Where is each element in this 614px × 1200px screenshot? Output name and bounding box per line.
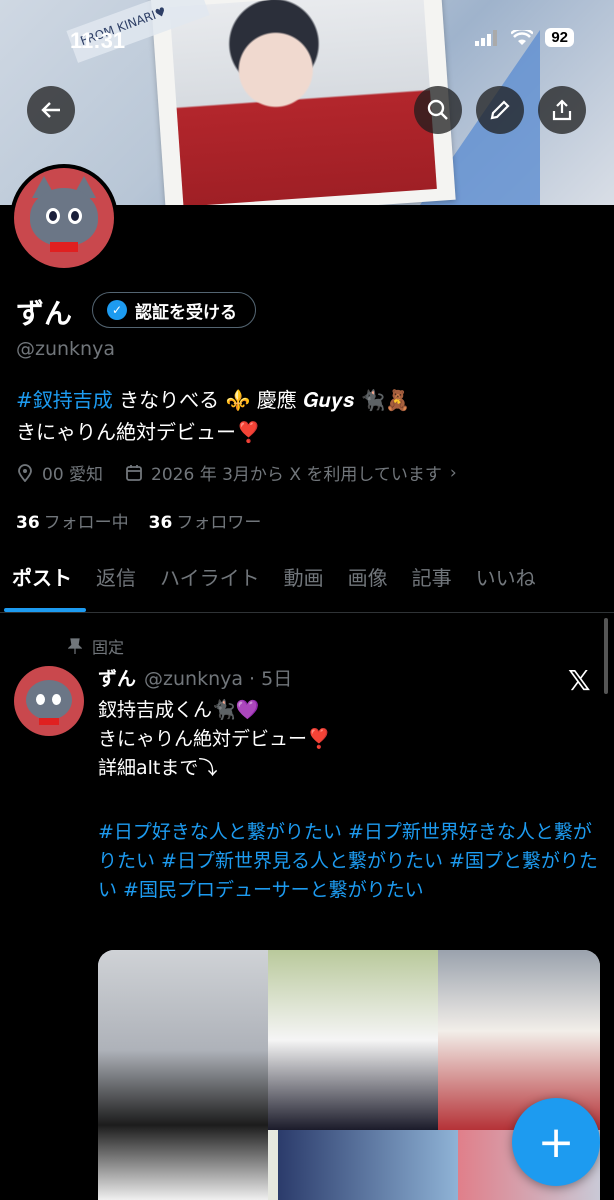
profile-handle: @zunknya — [16, 338, 115, 360]
post-handle-time: @zunknya · 5日 — [144, 668, 293, 690]
verified-badge-icon: ✓ — [107, 300, 127, 320]
following-count: 36 — [16, 513, 40, 533]
compose-post-button[interactable]: + — [512, 1098, 600, 1186]
post-header: ずん @zunknya · 5日 — [98, 664, 292, 691]
back-button[interactable] — [27, 86, 75, 134]
pencil-icon — [490, 100, 510, 120]
pinned-label: 固定 — [92, 638, 125, 657]
location-icon — [18, 463, 32, 482]
profile-avatar[interactable] — [10, 164, 118, 272]
arrow-left-icon — [41, 102, 60, 118]
calendar-icon — [126, 464, 142, 481]
followers-count: 36 — [148, 513, 173, 533]
bio-hashtag-link[interactable]: #釵持吉成 — [16, 388, 113, 412]
post-author-avatar[interactable] — [14, 666, 84, 736]
pinned-indicator: 固定 — [68, 634, 124, 658]
post-line: きにゃりん絶対デビュー❣️ — [98, 728, 331, 750]
follow-stats: 36 フォロー中 36 フォロワー — [16, 508, 261, 533]
pin-icon — [68, 638, 82, 654]
x-logo-icon: 𝕏 — [568, 664, 591, 697]
profile-tabs: ポスト 返信 ハイライト 動画 画像 記事 いいね — [0, 562, 614, 613]
chevron-right-icon: › — [449, 462, 457, 483]
tab-images[interactable]: 画像 — [336, 562, 400, 612]
wifi-icon — [511, 29, 534, 45]
post-hashtags[interactable]: #日プ好きな人と繋がりたい #日プ新世界好きな人と繋がりたい #日プ新世界見る人… — [98, 818, 598, 905]
search-icon — [427, 99, 448, 120]
share-button[interactable] — [538, 86, 586, 134]
profile-meta: 00 愛知 2026 年 3月から X を利用しています › — [16, 460, 457, 485]
tab-videos[interactable]: 動画 — [272, 562, 336, 612]
location-text: 00 愛知 — [42, 465, 104, 485]
edit-button[interactable] — [476, 86, 524, 134]
profile-name: ずん — [16, 297, 73, 330]
banner-polaroid-photo — [150, 0, 456, 205]
post-text: 釵持吉成くん🐈‍⬛💜 きにゃりん絶対デビュー❣️ 詳細altまで⤵︎ — [98, 696, 598, 783]
joined-date-link[interactable]: 2026 年 3月から X を利用しています — [151, 460, 442, 485]
plus-icon: + — [537, 1116, 575, 1168]
tab-highlights[interactable]: ハイライト — [148, 562, 272, 612]
tab-posts[interactable]: ポスト — [0, 562, 86, 612]
tab-replies[interactable]: 返信 — [84, 562, 148, 612]
battery-indicator: 92 — [545, 28, 574, 47]
bio-text-line2: きにゃりん絶対デビュー❣️ — [16, 420, 261, 444]
profile-bio: #釵持吉成 きなりべる ⚜️ 慶應 𝑮𝒖𝒚𝒔 🐈‍⬛🧸 きにゃりん絶対デビュー❣… — [16, 384, 596, 448]
following-link[interactable]: 36 フォロー中 — [16, 508, 129, 533]
verify-label: 認証を受ける — [135, 302, 237, 323]
tab-likes[interactable]: いいね — [464, 562, 548, 612]
share-icon — [552, 99, 572, 121]
get-verified-button[interactable]: ✓ 認証を受ける — [92, 292, 256, 328]
scrollbar[interactable] — [604, 618, 608, 694]
signal-icon — [475, 29, 498, 46]
tab-articles[interactable]: 記事 — [400, 562, 464, 612]
post-line: 詳細altまで⤵︎ — [98, 757, 218, 779]
post-line: 釵持吉成くん🐈‍⬛💜 — [98, 699, 260, 721]
bio-text: きなりべる ⚜️ 慶應 𝑮𝒖𝒚𝒔 🐈‍⬛🧸 — [112, 388, 411, 412]
search-button[interactable] — [414, 86, 462, 134]
cat-avatar-image — [14, 168, 114, 268]
status-time: 11:31 — [70, 28, 126, 53]
status-icons: 92 — [475, 28, 574, 47]
followers-link[interactable]: 36 フォロワー — [149, 508, 262, 533]
post-author-name[interactable]: ずん — [98, 664, 136, 691]
